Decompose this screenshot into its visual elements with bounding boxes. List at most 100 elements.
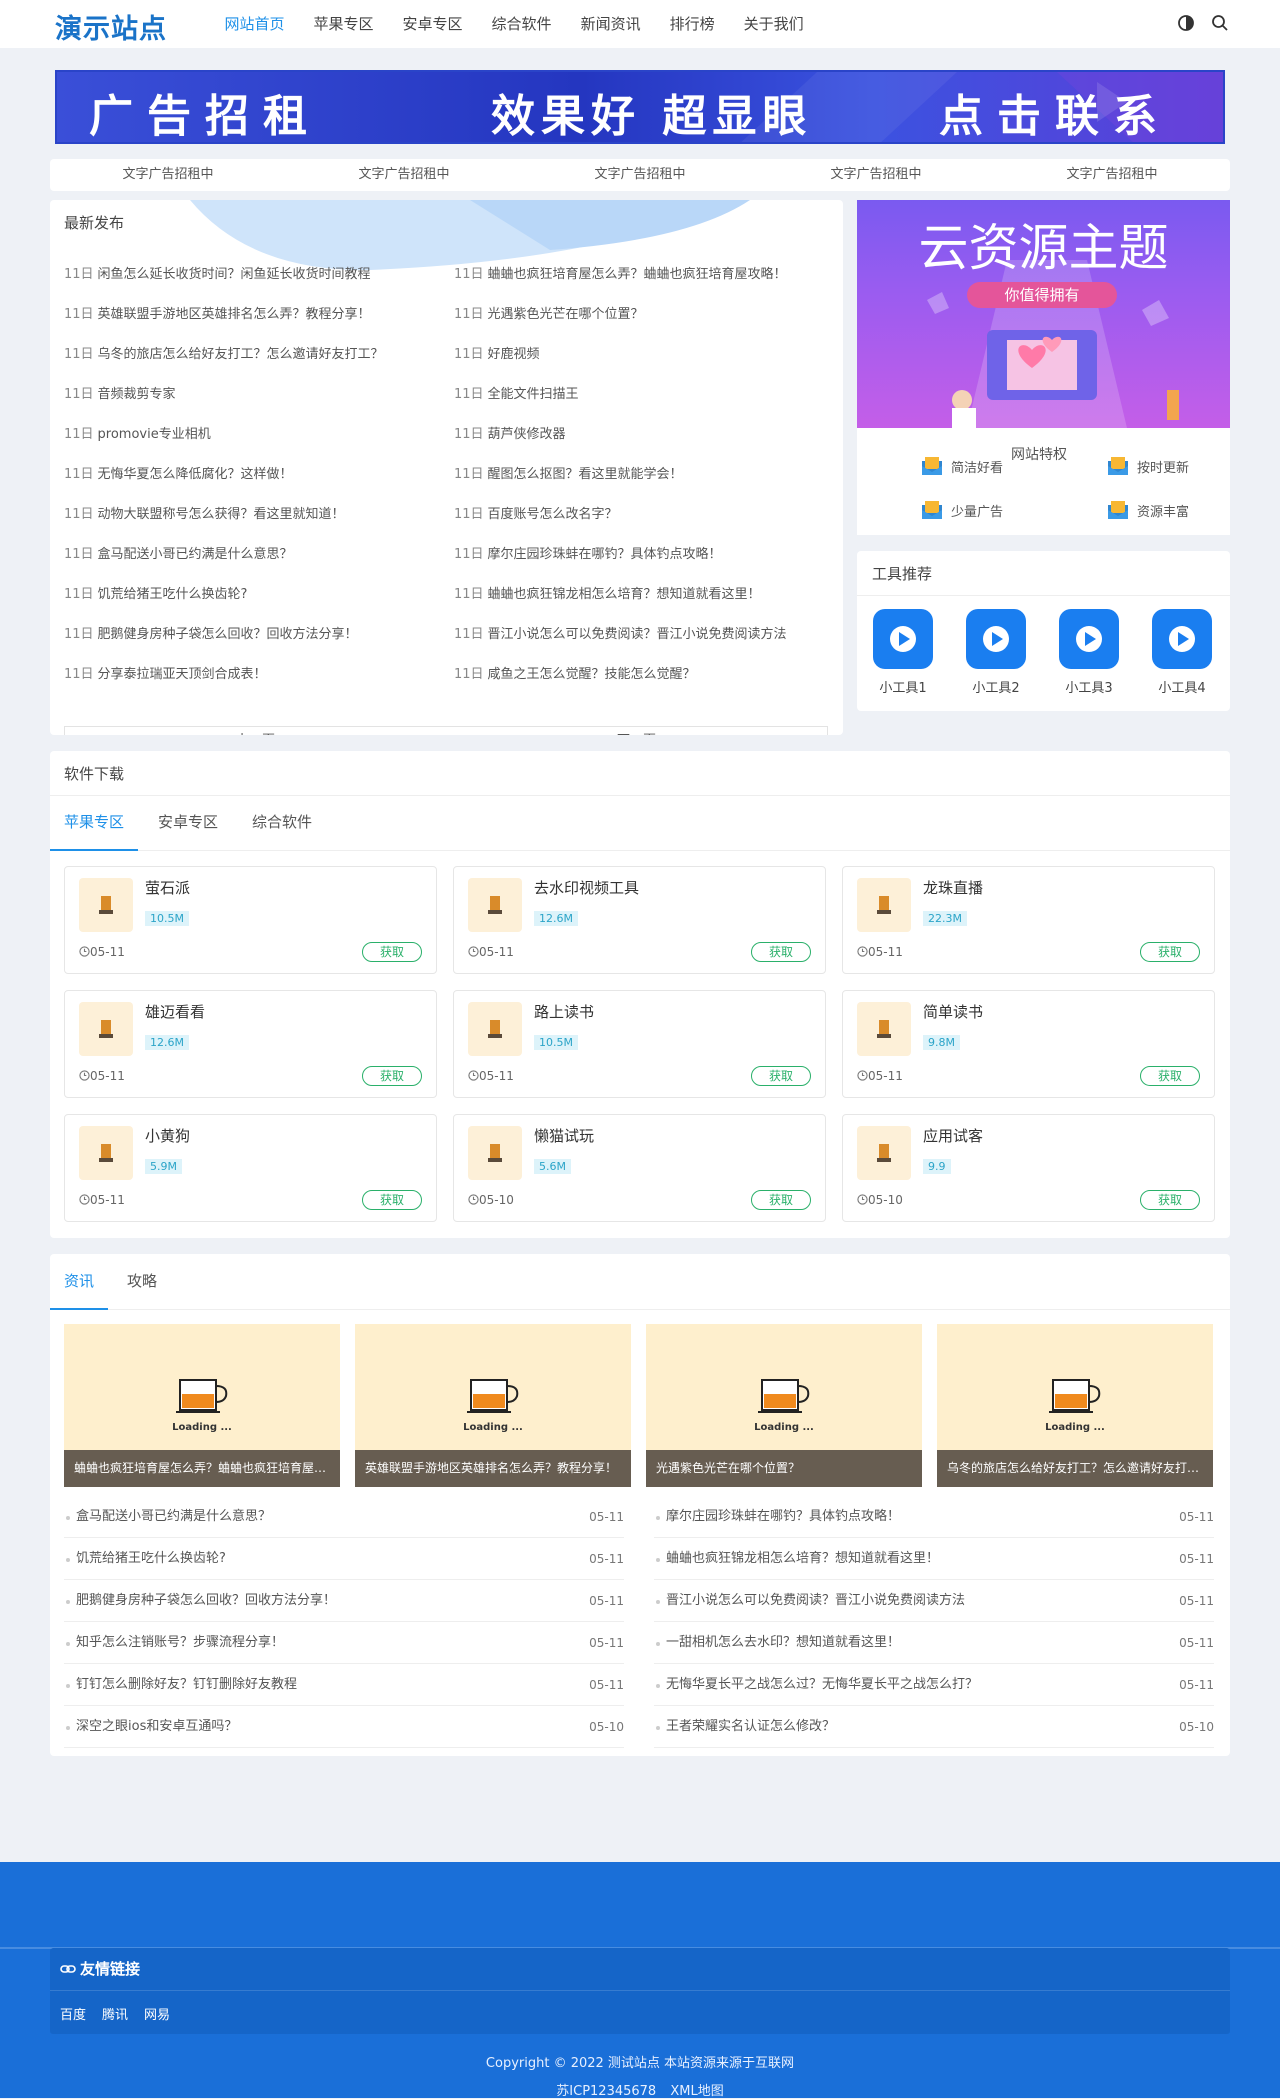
- latest-item[interactable]: 11日 无悔华夏怎么降低腐化？这样做！: [64, 460, 293, 490]
- friend-link[interactable]: 百度: [60, 2004, 86, 2023]
- info-row[interactable]: 肥鹅健身房种子袋怎么回收？回收方法分享！ 05-11: [64, 1580, 624, 1622]
- site-logo[interactable]: 演示站点: [55, 7, 167, 46]
- tab-android[interactable]: 安卓专区: [158, 795, 218, 849]
- tab-news[interactable]: 资讯: [50, 1254, 109, 1310]
- text-ad-item[interactable]: 文字广告招租中: [50, 159, 286, 191]
- nav-android[interactable]: 安卓专区: [388, 0, 477, 48]
- info-row[interactable]: 盒马配送小哥已约满是什么意思？ 05-11: [64, 1496, 624, 1538]
- software-card[interactable]: 懒猫试玩 5.6M 05-10 获取: [453, 1114, 826, 1222]
- news-thumb[interactable]: Loading ... 英雄联盟手游地区英雄排名怎么弄？教程分享！: [355, 1324, 631, 1487]
- info-row[interactable]: 一甜相机怎么去水印？想知道就看这里！ 05-11: [654, 1622, 1214, 1664]
- software-card[interactable]: 应用试客 9.9 05-10 获取: [842, 1114, 1215, 1222]
- latest-item[interactable]: 11日 晋江小说怎么可以免费阅读？晋江小说免费阅读方法: [454, 620, 787, 650]
- latest-item[interactable]: 11日 盒马配送小哥已约满是什么意思？: [64, 540, 293, 570]
- tab-software[interactable]: 综合软件: [252, 795, 312, 849]
- latest-item[interactable]: 11日 好鹿视频: [454, 340, 540, 370]
- get-button[interactable]: 获取: [362, 942, 422, 962]
- next-page-button[interactable]: 下一页: [446, 727, 827, 735]
- latest-item-day: 11日: [454, 667, 484, 682]
- tab-apple[interactable]: 苹果专区: [50, 795, 139, 851]
- software-size: 10.5M: [534, 1035, 578, 1050]
- latest-item[interactable]: 11日 葫芦侠修改器: [454, 420, 566, 450]
- text-ad-item[interactable]: 文字广告招租中: [994, 159, 1230, 191]
- software-panel: 软件下载 苹果专区 安卓专区 综合软件 萤石派 10.5M 05-11 获取 去水印视频…: [50, 751, 1230, 1238]
- get-button[interactable]: 获取: [362, 1190, 422, 1210]
- nav-about[interactable]: 关于我们: [729, 0, 818, 48]
- get-button[interactable]: 获取: [751, 942, 811, 962]
- software-size: 5.9M: [145, 1159, 182, 1174]
- tool-item-1[interactable]: 小工具1: [873, 609, 933, 696]
- text-ad-item[interactable]: 文字广告招租中: [286, 159, 522, 191]
- info-row[interactable]: 知乎怎么注销账号？步骤流程分享！ 05-11: [64, 1622, 624, 1664]
- software-tabs: 苹果专区 安卓专区 综合软件: [50, 795, 1230, 851]
- get-button[interactable]: 获取: [1140, 942, 1200, 962]
- text-ad-item[interactable]: 文字广告招租中: [758, 159, 994, 191]
- ad-banner[interactable]: 广告招租 效果好 超显眼 点击联系: [55, 70, 1225, 144]
- nav-ranking[interactable]: 排行榜: [655, 0, 729, 48]
- latest-item[interactable]: 11日 饥荒给猪王吃什么换齿轮?: [64, 580, 247, 610]
- software-card[interactable]: 小黄狗 5.9M 05-11 获取: [64, 1114, 437, 1222]
- latest-item[interactable]: 11日 蛐蛐也疯狂锦龙相怎么培育？想知道就看这里！: [454, 580, 761, 610]
- software-date-text: 05-11: [479, 945, 514, 959]
- software-card[interactable]: 萤石派 10.5M 05-11 获取: [64, 866, 437, 974]
- latest-item[interactable]: 11日 分享泰拉瑞亚天顶剑合成表！: [64, 660, 267, 690]
- icp-link[interactable]: 苏ICP12345678: [556, 2084, 656, 2099]
- text-ad-item[interactable]: 文字广告招租中: [522, 159, 758, 191]
- software-card[interactable]: 简单读书 9.8M 05-11 获取: [842, 990, 1215, 1098]
- latest-item[interactable]: 11日 醒图怎么抠图？看这里就能学会！: [454, 460, 683, 490]
- info-row[interactable]: 王者荣耀实名认证怎么修改？ 05-10: [654, 1706, 1214, 1748]
- info-row[interactable]: 深空之眼ios和安卓互通吗？ 05-10: [64, 1706, 624, 1748]
- info-row[interactable]: 钉钉怎么删除好友？钉钉删除好友教程 05-11: [64, 1664, 624, 1706]
- info-row[interactable]: 饥荒给猪王吃什么换齿轮? 05-11: [64, 1538, 624, 1580]
- info-row[interactable]: 蛐蛐也疯狂锦龙相怎么培育？想知道就看这里！ 05-11: [654, 1538, 1214, 1580]
- latest-item[interactable]: 11日 肥鹅健身房种子袋怎么回收？回收方法分享！: [64, 620, 358, 650]
- tool-item-2[interactable]: 小工具2: [966, 609, 1026, 696]
- latest-item[interactable]: 11日 全能文件扫描王: [454, 380, 579, 410]
- tool-item-4[interactable]: 小工具4: [1152, 609, 1212, 696]
- software-card[interactable]: 去水印视频工具 12.6M 05-11 获取: [453, 866, 826, 974]
- theme-toggle-icon[interactable]: [1175, 12, 1197, 34]
- thumb-caption: 光遇紫色光芒在哪个位置？: [646, 1450, 922, 1487]
- software-card[interactable]: 路上读书 10.5M 05-11 获取: [453, 990, 826, 1098]
- latest-item[interactable]: 11日 乌冬的旅店怎么给好友打工？怎么邀请好友打工？: [64, 340, 384, 370]
- tab-guides[interactable]: 攻略: [127, 1254, 157, 1308]
- latest-item[interactable]: 11日 闲鱼怎么延长收货时间？闲鱼延长收货时间教程: [64, 260, 371, 290]
- latest-item[interactable]: 11日 动物大联盟称号怎么获得？看这里就知道！: [64, 500, 345, 530]
- nav-software[interactable]: 综合软件: [477, 0, 566, 48]
- get-button[interactable]: 获取: [751, 1066, 811, 1086]
- latest-item[interactable]: 11日 摩尔庄园珍珠蚌在哪钓？具体钓点攻略！: [454, 540, 722, 570]
- friend-link[interactable]: 网易: [144, 2004, 170, 2023]
- news-thumb[interactable]: Loading ... 光遇紫色光芒在哪个位置？: [646, 1324, 922, 1487]
- nav-news[interactable]: 新闻资讯: [566, 0, 655, 48]
- latest-item[interactable]: 11日 百度账号怎么改名字？: [454, 500, 618, 530]
- latest-item-title: 晋江小说怎么可以免费阅读？晋江小说免费阅读方法: [487, 627, 787, 642]
- software-card[interactable]: 龙珠直播 22.3M 05-11 获取: [842, 866, 1215, 974]
- latest-item[interactable]: 11日 promovie专业相机: [64, 420, 211, 450]
- get-button[interactable]: 获取: [751, 1190, 811, 1210]
- latest-item[interactable]: 11日 蛐蛐也疯狂培育屋怎么弄？蛐蛐也疯狂培育屋攻略！: [454, 260, 787, 290]
- software-card[interactable]: 雄迈看看 12.6M 05-11 获取: [64, 990, 437, 1098]
- search-icon[interactable]: [1209, 12, 1231, 34]
- latest-item[interactable]: 11日 英雄联盟手游地区英雄排名怎么弄？教程分享！: [64, 300, 371, 330]
- latest-item[interactable]: 11日 音频裁剪专家: [64, 380, 176, 410]
- friend-link[interactable]: 腾讯: [102, 2004, 128, 2023]
- get-button[interactable]: 获取: [1140, 1190, 1200, 1210]
- get-button[interactable]: 获取: [1140, 1066, 1200, 1086]
- tool-item-3[interactable]: 小工具3: [1059, 609, 1119, 696]
- news-thumb[interactable]: Loading ... 蛐蛐也疯狂培育屋怎么弄？蛐蛐也疯狂培育屋攻略！: [64, 1324, 340, 1487]
- news-thumb[interactable]: Loading ... 乌冬的旅店怎么给好友打工？怎么邀请好友打工？: [937, 1324, 1213, 1487]
- sitemap-link[interactable]: XML地图: [670, 2084, 723, 2099]
- info-row[interactable]: 无悔华夏长平之战怎么过？无悔华夏长平之战怎么打？ 05-11: [654, 1664, 1214, 1706]
- nav-home[interactable]: 网站首页: [210, 0, 299, 48]
- promo-banner[interactable]: 云资源主题 你值得拥有: [857, 200, 1230, 428]
- get-button[interactable]: 获取: [362, 1066, 422, 1086]
- latest-item[interactable]: 11日 咸鱼之王怎么觉醒？技能怎么觉醒？: [454, 660, 696, 690]
- nav-apple[interactable]: 苹果专区: [299, 0, 388, 48]
- latest-item-title: 乌冬的旅店怎么给好友打工？怎么邀请好友打工？: [97, 347, 384, 362]
- software-date: 05-11: [857, 945, 903, 959]
- prev-page-button[interactable]: 上一页: [65, 727, 446, 735]
- info-row[interactable]: 晋江小说怎么可以免费阅读？晋江小说免费阅读方法 05-11: [654, 1580, 1214, 1622]
- latest-item[interactable]: 11日 光遇紫色光芒在哪个位置？: [454, 300, 644, 330]
- info-row[interactable]: 摩尔庄园珍珠蚌在哪钓？具体钓点攻略！ 05-11: [654, 1496, 1214, 1538]
- latest-item-title: 分享泰拉瑞亚天顶剑合成表！: [97, 667, 267, 682]
